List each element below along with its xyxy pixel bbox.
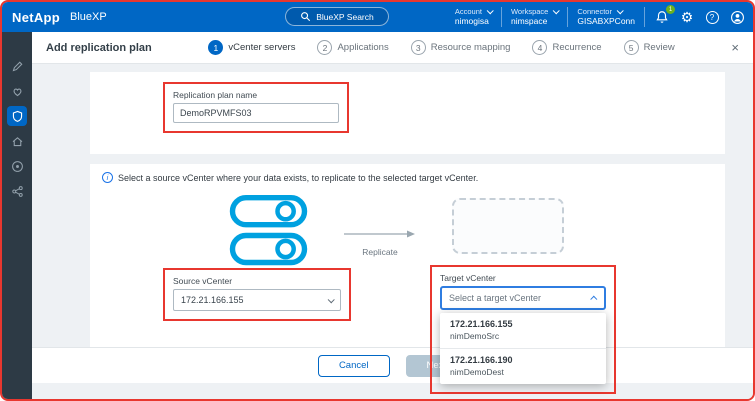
annotation-box-source: Source vCenter 172.21.166.155 bbox=[163, 268, 351, 321]
wizard-stepper: 1 vCenter servers 2 Applications 3 Resou… bbox=[197, 40, 685, 55]
notifications-button[interactable]: 1 bbox=[654, 9, 670, 25]
left-nav-rail bbox=[2, 32, 32, 399]
step-applications[interactable]: 2 Applications bbox=[317, 40, 388, 55]
plan-name-card: Replication plan name bbox=[90, 72, 725, 154]
source-vcenter-select[interactable]: 172.21.166.155 bbox=[173, 289, 341, 311]
sidebar-item-mobility[interactable] bbox=[7, 131, 27, 151]
target-vcenter-label: Target vCenter bbox=[440, 273, 606, 283]
chevron-down-icon bbox=[553, 8, 560, 15]
user-menu-button[interactable] bbox=[729, 9, 745, 25]
target-vcenter-placeholder: Select a target vCenter bbox=[449, 293, 541, 303]
step-number: 4 bbox=[532, 40, 547, 55]
replicate-arrow-group: Replicate bbox=[340, 226, 420, 257]
divider bbox=[644, 7, 645, 27]
vcenter-selection-card: i Select a source vCenter where your dat… bbox=[90, 164, 725, 347]
step-number: 1 bbox=[208, 40, 223, 55]
source-vcenter-value: 172.21.166.155 bbox=[181, 295, 244, 305]
sidebar-item-pen[interactable] bbox=[7, 56, 27, 76]
step-label: Recurrence bbox=[552, 42, 601, 53]
plan-name-input[interactable] bbox=[173, 103, 339, 123]
source-vcenter-label: Source vCenter bbox=[173, 276, 341, 286]
sidebar-item-extend[interactable] bbox=[7, 156, 27, 176]
step-number: 2 bbox=[317, 40, 332, 55]
workspace-label: Workspace bbox=[511, 7, 548, 16]
settings-button[interactable]: ⚙ bbox=[679, 9, 695, 25]
step-label: Applications bbox=[337, 42, 388, 53]
workspace-value: nimspace bbox=[511, 16, 558, 26]
share-icon bbox=[11, 185, 24, 198]
storage-controllers-icon bbox=[228, 192, 318, 270]
sidebar-item-health[interactable] bbox=[7, 81, 27, 101]
source-storage-illustration bbox=[228, 192, 318, 275]
product-name: BlueXP bbox=[70, 11, 107, 23]
step-label: Review bbox=[644, 42, 675, 53]
step-recurrence[interactable]: 4 Recurrence bbox=[532, 40, 601, 55]
shield-icon bbox=[11, 110, 24, 123]
option-ip: 172.21.166.190 bbox=[450, 355, 596, 365]
step-label: Resource mapping bbox=[431, 42, 511, 53]
wizard-footer: Cancel Next bbox=[32, 347, 753, 383]
step-resource-mapping[interactable]: 3 Resource mapping bbox=[411, 40, 511, 55]
globe-icon bbox=[11, 160, 24, 173]
annotation-box-target: Target vCenter Select a target vCenter 1… bbox=[430, 265, 616, 394]
app-window: NetApp BlueXP BlueXP Search Account nimo… bbox=[0, 0, 755, 401]
sidebar-item-protection[interactable] bbox=[7, 106, 27, 126]
step-review[interactable]: 5 Review bbox=[624, 40, 675, 55]
target-placeholder-box bbox=[452, 198, 564, 254]
notification-badge: 1 bbox=[666, 5, 675, 14]
dropdown-option[interactable]: 172.21.166.190 nimDemoDest bbox=[440, 349, 606, 384]
main-content: Replication plan name i Select a source … bbox=[32, 64, 753, 399]
page-title: Add replication plan bbox=[46, 42, 152, 54]
arrow-right-icon bbox=[344, 229, 416, 239]
top-right-cluster: Account nimogisa Workspace nimspace Conn… bbox=[455, 2, 745, 32]
account-value: nimogisa bbox=[455, 16, 492, 26]
sidebar-item-share[interactable] bbox=[7, 181, 27, 201]
chevron-down-icon bbox=[617, 8, 624, 15]
annotation-box-plan-name: Replication plan name bbox=[163, 82, 349, 133]
step-number: 5 bbox=[624, 40, 639, 55]
search-label: BlueXP Search bbox=[316, 12, 374, 22]
step-number: 3 bbox=[411, 40, 426, 55]
user-icon bbox=[730, 10, 745, 25]
help-button[interactable]: ? bbox=[704, 9, 720, 25]
connector-menu[interactable]: Connector GISABXPConn bbox=[577, 7, 635, 26]
step-label: vCenter servers bbox=[228, 42, 295, 53]
pen-icon bbox=[11, 60, 24, 73]
replicate-label: Replicate bbox=[340, 247, 420, 257]
bluexp-search-button[interactable]: BlueXP Search bbox=[285, 7, 389, 26]
netapp-logo: NetApp bbox=[12, 10, 60, 25]
account-label: Account bbox=[455, 7, 482, 16]
option-ip: 172.21.166.155 bbox=[450, 319, 596, 329]
connector-value: GISABXPConn bbox=[577, 16, 635, 26]
home-cloud-icon bbox=[11, 135, 24, 148]
health-icon bbox=[11, 85, 24, 98]
help-icon: ? bbox=[706, 11, 719, 24]
step-vcenter-servers[interactable]: 1 vCenter servers bbox=[208, 40, 295, 55]
option-name: nimDemoDest bbox=[450, 367, 596, 377]
close-icon[interactable]: × bbox=[731, 40, 739, 55]
target-vcenter-select[interactable]: Select a target vCenter bbox=[440, 286, 606, 310]
divider bbox=[567, 7, 568, 27]
plan-name-label: Replication plan name bbox=[173, 90, 339, 100]
dropdown-option[interactable]: 172.21.166.155 nimDemoSrc bbox=[440, 313, 606, 348]
account-menu[interactable]: Account nimogisa bbox=[455, 7, 492, 26]
option-name: nimDemoSrc bbox=[450, 331, 596, 341]
target-vcenter-dropdown: 172.21.166.155 nimDemoSrc 172.21.166.190… bbox=[440, 313, 606, 384]
top-bar: NetApp BlueXP BlueXP Search Account nimo… bbox=[2, 2, 753, 32]
info-text: Select a source vCenter where your data … bbox=[118, 173, 478, 183]
cancel-button[interactable]: Cancel bbox=[318, 355, 390, 377]
wizard-header: Add replication plan 1 vCenter servers 2… bbox=[32, 32, 753, 64]
search-icon bbox=[300, 11, 311, 22]
workspace-menu[interactable]: Workspace nimspace bbox=[511, 7, 558, 26]
info-icon: i bbox=[102, 172, 113, 183]
gear-icon: ⚙ bbox=[681, 10, 694, 24]
connector-label: Connector bbox=[577, 7, 612, 16]
chevron-down-icon bbox=[487, 8, 494, 15]
divider bbox=[501, 7, 502, 27]
chevron-up-icon bbox=[590, 295, 597, 302]
chevron-down-icon bbox=[328, 296, 335, 303]
info-row: i Select a source vCenter where your dat… bbox=[102, 172, 478, 183]
